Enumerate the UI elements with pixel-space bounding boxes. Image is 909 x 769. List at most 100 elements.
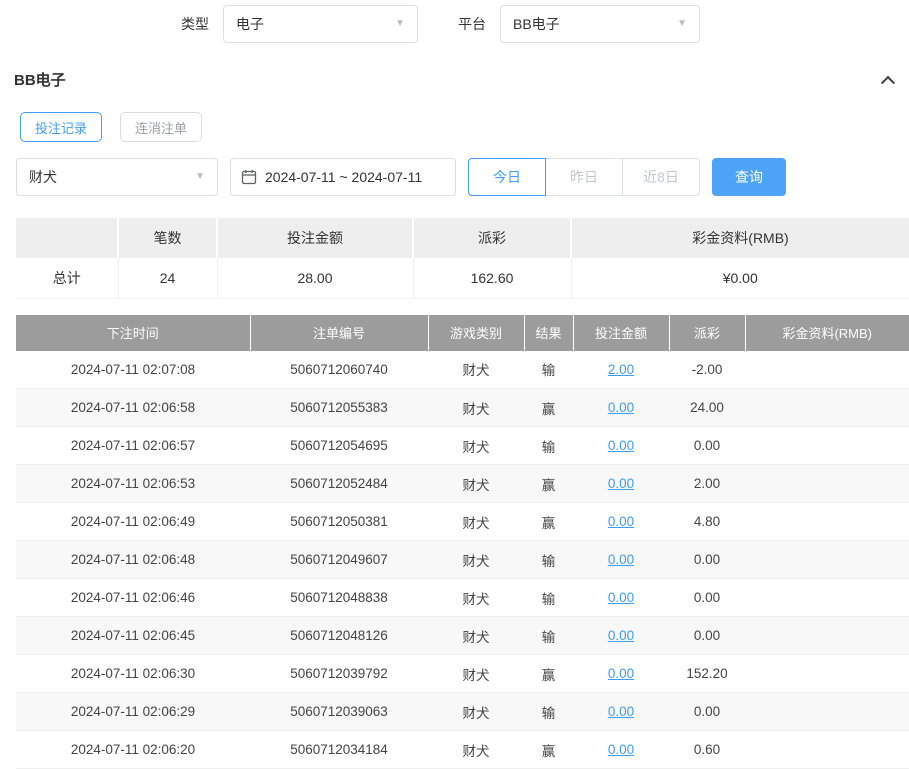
bet-amount-cell: 0.00	[573, 389, 669, 427]
bet-time-cell: 2024-07-11 02:06:57	[16, 427, 250, 465]
summary-column-header: 笔数	[118, 218, 217, 258]
payout-cell: 0.00	[669, 579, 745, 617]
order-number-cell: 5060712052484	[250, 465, 428, 503]
game-type-cell: 财犬	[428, 351, 524, 389]
records-column-header: 结果	[524, 315, 573, 351]
bet-amount-link[interactable]: 0.00	[608, 704, 634, 719]
game-type-cell: 财犬	[428, 617, 524, 655]
payout-cell: 0.00	[669, 541, 745, 579]
type-label: 类型	[181, 14, 209, 34]
bonus-cell	[745, 693, 909, 731]
bet-amount-cell: 0.00	[573, 465, 669, 503]
bet-amount-link[interactable]: 0.00	[608, 742, 634, 757]
bet-amount-cell: 0.00	[573, 541, 669, 579]
game-type-cell: 财犬	[428, 693, 524, 731]
table-row: 2024-07-11 02:06:465060712048838财犬输0.000…	[16, 579, 909, 617]
filter-bar: 财犬 ▼ 2024-07-11 ~ 2024-07-11 今日 昨日 近8日 查…	[0, 142, 909, 196]
game-type-cell: 财犬	[428, 655, 524, 693]
summary-column-header: 彩金资料(RMB)	[571, 218, 909, 258]
platform-field-group: 平台 BB电子 ▼	[458, 5, 700, 43]
table-row: 2024-07-11 02:06:495060712050381财犬赢0.004…	[16, 503, 909, 541]
order-number-cell: 5060712050381	[250, 503, 428, 541]
game-type-cell: 财犬	[428, 465, 524, 503]
game-type-cell: 财犬	[428, 731, 524, 769]
bet-time-cell: 2024-07-11 02:06:49	[16, 503, 250, 541]
bet-amount-link[interactable]: 0.00	[608, 666, 634, 681]
game-type-cell: 财犬	[428, 503, 524, 541]
bet-time-cell: 2024-07-11 02:06:48	[16, 541, 250, 579]
order-number-cell: 5060712039792	[250, 655, 428, 693]
last-8-days-button[interactable]: 近8日	[622, 158, 700, 196]
order-number-cell: 5060712048126	[250, 617, 428, 655]
result-cell: 赢	[524, 389, 573, 427]
tabs: 投注记录 连消注单	[0, 90, 909, 142]
chevron-down-icon: ▼	[395, 19, 405, 29]
table-row: 2024-07-11 02:06:485060712049607财犬输0.000…	[16, 541, 909, 579]
quick-date-button-group: 今日 昨日 近8日	[468, 158, 700, 196]
bonus-cell	[745, 503, 909, 541]
payout-cell: 0.00	[669, 693, 745, 731]
bonus-cell	[745, 541, 909, 579]
top-filter-row: 类型 电子 ▼ 平台 BB电子 ▼	[0, 0, 909, 43]
tab-bet-records[interactable]: 投注记录	[20, 112, 102, 142]
chevron-up-icon[interactable]	[881, 75, 895, 89]
result-cell: 赢	[524, 503, 573, 541]
today-button[interactable]: 今日	[468, 158, 546, 196]
records-column-header: 游戏类别	[428, 315, 524, 351]
bet-time-cell: 2024-07-11 02:06:20	[16, 731, 250, 769]
date-range-picker[interactable]: 2024-07-11 ~ 2024-07-11	[230, 158, 456, 196]
result-cell: 赢	[524, 731, 573, 769]
tab-cancelled-orders[interactable]: 连消注单	[120, 112, 202, 142]
order-number-cell: 5060712049607	[250, 541, 428, 579]
records-column-header: 注单编号	[250, 315, 428, 351]
bet-amount-cell: 2.00	[573, 351, 669, 389]
game-select-value: 财犬	[29, 167, 57, 187]
records-column-header: 投注金额	[573, 315, 669, 351]
bet-amount-link[interactable]: 0.00	[608, 514, 634, 529]
bonus-cell	[745, 579, 909, 617]
table-row: 2024-07-11 02:06:585060712055383财犬赢0.002…	[16, 389, 909, 427]
payout-cell: 24.00	[669, 389, 745, 427]
result-cell: 输	[524, 541, 573, 579]
type-select[interactable]: 电子 ▼	[223, 5, 418, 43]
order-number-cell: 5060712055383	[250, 389, 428, 427]
bet-amount-link[interactable]: 0.00	[608, 476, 634, 491]
result-cell: 输	[524, 693, 573, 731]
bet-amount-link[interactable]: 0.00	[608, 628, 634, 643]
result-cell: 输	[524, 427, 573, 465]
table-row: 2024-07-11 02:06:205060712034184财犬赢0.000…	[16, 731, 909, 769]
records-tbody: 2024-07-11 02:07:085060712060740财犬输2.00-…	[16, 351, 909, 769]
bet-amount-link[interactable]: 2.00	[608, 362, 634, 377]
payout-cell: 0.60	[669, 731, 745, 769]
result-cell: 赢	[524, 655, 573, 693]
section-header: BB电子	[0, 43, 909, 90]
table-row: 2024-07-11 02:06:575060712054695财犬输0.000…	[16, 427, 909, 465]
bonus-cell	[745, 465, 909, 503]
bet-time-cell: 2024-07-11 02:06:58	[16, 389, 250, 427]
order-number-cell: 5060712039063	[250, 693, 428, 731]
search-button[interactable]: 查询	[712, 158, 786, 196]
bet-amount-link[interactable]: 0.00	[608, 400, 634, 415]
payout-cell: -2.00	[669, 351, 745, 389]
bet-amount-link[interactable]: 0.00	[608, 552, 634, 567]
result-cell: 输	[524, 579, 573, 617]
bet-amount-link[interactable]: 0.00	[608, 590, 634, 605]
game-select[interactable]: 财犬 ▼	[16, 158, 218, 196]
summary-total-row: 总计 24 28.00 162.60 ¥0.00	[16, 258, 909, 298]
summary-payout: 162.60	[413, 258, 571, 298]
summary-total-label: 总计	[16, 258, 118, 298]
chevron-down-icon: ▼	[677, 19, 687, 29]
platform-select[interactable]: BB电子 ▼	[500, 5, 700, 43]
yesterday-button[interactable]: 昨日	[545, 158, 623, 196]
result-cell: 赢	[524, 465, 573, 503]
bet-time-cell: 2024-07-11 02:06:30	[16, 655, 250, 693]
summary-column-header: 投注金额	[217, 218, 413, 258]
records-column-header: 下注时间	[16, 315, 250, 351]
table-row: 2024-07-11 02:06:305060712039792财犬赢0.001…	[16, 655, 909, 693]
bonus-cell	[745, 427, 909, 465]
result-cell: 输	[524, 351, 573, 389]
order-number-cell: 5060712060740	[250, 351, 428, 389]
bet-amount-link[interactable]: 0.00	[608, 438, 634, 453]
table-row: 2024-07-11 02:06:455060712048126财犬输0.000…	[16, 617, 909, 655]
records-header-row: 下注时间注单编号游戏类别结果投注金额派彩彩金资料(RMB)	[16, 315, 909, 351]
